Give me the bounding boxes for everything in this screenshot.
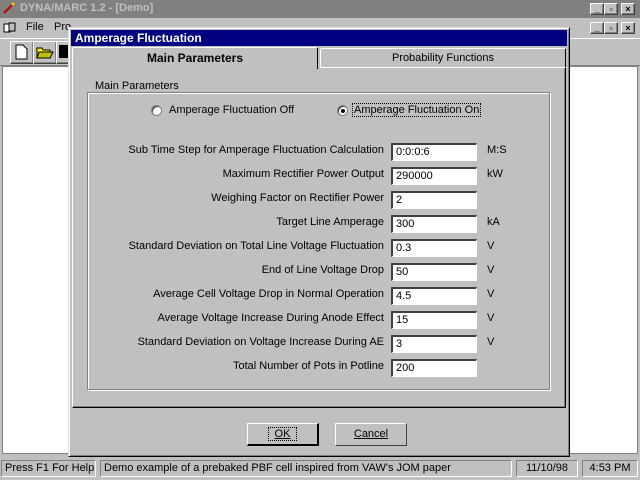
group-label: Main Parameters	[93, 80, 181, 92]
tab-main-parameters-label: Main Parameters	[146, 51, 244, 65]
param-label: Sub Time Step for Amperage Fluctuation C…	[128, 144, 384, 156]
menu-file[interactable]: File	[26, 21, 44, 33]
param-input-std-line-voltage[interactable]: 0.3	[391, 239, 477, 257]
param-unit: kA	[487, 216, 500, 228]
restore-button[interactable]: ▫	[604, 3, 618, 15]
param-input-target-line-amperage[interactable]: 300	[391, 215, 477, 233]
param-label: Weighing Factor on Rectifier Power	[211, 192, 384, 204]
param-input-total-pots[interactable]: 200	[391, 359, 477, 377]
param-input-end-of-line-voltage[interactable]: 50	[391, 263, 477, 281]
status-message-text: Demo example of a prebaked PBF cell insp…	[104, 462, 451, 474]
param-label: Target Line Amperage	[276, 216, 384, 228]
param-unit: V	[487, 264, 495, 276]
param-label: Average Cell Voltage Drop in Normal Oper…	[153, 288, 384, 300]
ok-button-label: OK	[267, 427, 298, 441]
open-file-button[interactable]	[33, 41, 57, 64]
doc-minimize-button[interactable]: _	[590, 22, 604, 34]
close-button[interactable]: ×	[621, 3, 635, 15]
param-label: Total Number of Pots in Potline	[232, 360, 384, 372]
new-file-button[interactable]	[10, 41, 34, 64]
dialog-title: Amperage Fluctuation	[75, 31, 202, 45]
param-input-weighing-factor[interactable]: 2	[391, 191, 477, 209]
tab-probability-functions[interactable]: Probability Functions	[320, 48, 566, 68]
cancel-button[interactable]: Cancel	[335, 423, 407, 446]
status-date: 11/10/98	[516, 460, 578, 477]
folder-open-icon	[34, 47, 54, 64]
cancel-button-label: Cancel	[353, 428, 389, 440]
radio-selected-dot	[341, 109, 345, 113]
minimize-button[interactable]: _	[590, 3, 604, 15]
param-label: End of Line Voltage Drop	[261, 264, 384, 276]
param-label: Standard Deviation on Voltage Increase D…	[137, 336, 384, 348]
document-icon[interactable]	[3, 22, 17, 34]
param-unit: V	[487, 336, 495, 348]
app-title: DYNA/MARC 1.2 - [Demo]	[20, 2, 154, 14]
param-unit: V	[487, 312, 495, 324]
param-label: Standard Deviation on Total Line Voltage…	[128, 240, 384, 252]
radio-amperage-off-label[interactable]: Amperage Fluctuation Off	[169, 104, 294, 116]
tab-main-parameters[interactable]: Main Parameters	[72, 47, 318, 69]
app-icon	[3, 2, 15, 14]
radio-amperage-on[interactable]	[337, 105, 348, 116]
dialog-titlebar[interactable]: Amperage Fluctuation	[71, 30, 567, 46]
status-message: Demo example of a prebaked PBF cell insp…	[100, 460, 512, 477]
param-input-avg-voltage-anode-effect[interactable]: 15	[391, 311, 477, 329]
radio-amperage-on-label[interactable]: Amperage Fluctuation On	[352, 103, 482, 117]
tab-probability-functions-label: Probability Functions	[391, 52, 495, 64]
param-input-std-voltage-ae[interactable]: 3	[391, 335, 477, 353]
param-input-avg-cell-voltage[interactable]: 4.5	[391, 287, 477, 305]
status-time-text: 4:53 PM	[589, 462, 631, 474]
status-help-text: Press F1 For Help	[5, 462, 95, 474]
param-unit: V	[487, 288, 495, 300]
new-file-icon	[11, 44, 31, 64]
status-date-text: 11/10/98	[525, 462, 568, 474]
param-unit: kW	[487, 168, 503, 180]
radio-amperage-off[interactable]	[151, 105, 162, 116]
param-unit: V	[487, 240, 495, 252]
app-titlebar[interactable]: DYNA/MARC 1.2 - [Demo] _ ▫ ×	[0, 0, 640, 18]
status-help: Press F1 For Help	[1, 460, 96, 477]
param-input-max-rectifier-power[interactable]: 290000	[391, 167, 477, 185]
status-time: 4:53 PM	[582, 460, 638, 477]
ok-button[interactable]: OK	[247, 423, 319, 446]
param-input-sub-time-step[interactable]: 0:0:0:6	[391, 143, 477, 161]
param-unit: M:S	[487, 144, 507, 156]
param-label: Maximum Rectifier Power Output	[222, 168, 384, 180]
doc-restore-button[interactable]: ▫	[604, 22, 618, 34]
doc-close-button[interactable]: ×	[621, 22, 635, 34]
param-label: Average Voltage Increase During Anode Ef…	[157, 312, 384, 324]
